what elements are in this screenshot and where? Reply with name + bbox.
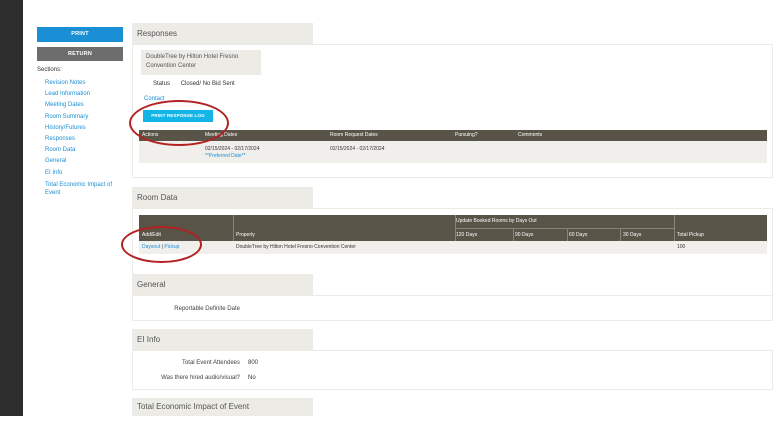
hired-audio-visual-label: Was there hired audio/visual? (161, 375, 240, 381)
nav-room-summary[interactable]: Room Summary (45, 112, 123, 123)
total-attendees-label: Total Event Attendees (181, 360, 240, 366)
col-90-days: 90 Days (515, 232, 534, 238)
status-row: Status Closed/ No Bid Sent (153, 81, 235, 87)
col-comments: Comments (518, 132, 543, 138)
annotation-ellipse-daysout-pickup (121, 226, 202, 263)
meeting-dates-value: 02/15/2024 - 02/17/2024 (205, 146, 260, 152)
hotel-name-line2: Convention Center (146, 63, 197, 69)
col-120-days: 120 Days (456, 232, 478, 238)
update-booked-rooms-header: Update Booked Rooms by Days Out (456, 218, 537, 224)
left-dark-bar (0, 0, 23, 416)
room-data-table: Update Booked Rooms by Days Out Add/Edit… (139, 215, 767, 254)
nav-room-data[interactable]: Room Data (45, 145, 123, 156)
col-total-pickup: Total Pickup (677, 232, 704, 238)
ei-info-header: EI Info (132, 329, 313, 350)
hotel-card: DoubleTree by Hilton Hotel Fresno Conven… (141, 50, 261, 75)
print-button[interactable]: PRINT (37, 27, 123, 42)
annotation-ellipse-print-log (129, 100, 229, 146)
responses-table-header: Actions Meeting Dates Room Request Dates… (139, 130, 767, 141)
hotel-name-line1: DoubleTree by Hilton Hotel Fresno (146, 54, 239, 60)
nav-lead-information[interactable]: Lead Information (45, 89, 123, 100)
col-property: Property (236, 232, 255, 238)
room-data-header: Room Data (132, 187, 313, 208)
sidebar: PRINT RETURN Sections: Revision Notes Le… (37, 27, 123, 197)
sections-label: Sections: (37, 67, 62, 73)
nav-history-futures[interactable]: History/Futures (45, 123, 123, 134)
general-header: General (132, 274, 313, 295)
nav-meeting-dates[interactable]: Meeting Dates (45, 100, 123, 111)
ei-info-panel: Total Event Attendees 800 Was there hire… (132, 350, 773, 390)
status-label: Status (153, 81, 171, 87)
table-row: 02/15/2024 - 02/17/2024 **Preferred Date… (139, 141, 767, 163)
col-60-days: 60 Days (569, 232, 588, 238)
responses-header: Responses (132, 23, 313, 44)
return-button[interactable]: RETURN (37, 47, 123, 61)
nav-total-economic-impact[interactable]: Total Economic Impact of Event (45, 181, 117, 197)
nav-revision-notes[interactable]: Revision Notes (45, 78, 123, 89)
room-data-table-header: Update Booked Rooms by Days Out Add/Edit… (139, 215, 767, 241)
responses-panel: DoubleTree by Hilton Hotel Fresno Conven… (132, 44, 773, 178)
nav-ei-info[interactable]: EI Info (45, 168, 123, 179)
col-pursuing: Pursuing? (455, 132, 478, 138)
property-cell: DoubleTree by Hilton Hotel Fresno Conven… (236, 244, 356, 250)
room-request-dates-value: 02/15/2024 - 02/17/2024 (330, 146, 385, 152)
responses-table: Actions Meeting Dates Room Request Dates… (139, 130, 767, 163)
col-room-request-dates: Room Request Dates (330, 132, 378, 138)
total-attendees-value: 800 (248, 360, 259, 366)
sections-nav: Revision Notes Lead Information Meeting … (37, 78, 123, 197)
reportable-definite-date-label: Reportable Definite Date (174, 306, 240, 312)
table-row: Daysout | Pickup DoubleTree by Hilton Ho… (139, 241, 767, 254)
preferred-date-label: **Preferred Date** (205, 153, 246, 159)
nav-general[interactable]: General (45, 156, 123, 167)
general-panel: Reportable Definite Date (132, 295, 773, 321)
total-pickup-cell: 100 (677, 244, 686, 250)
status-value: Closed/ No Bid Sent (180, 81, 235, 87)
nav-responses[interactable]: Responses (45, 134, 123, 145)
hired-audio-visual-value: No (248, 375, 256, 381)
col-30-days: 30 Days (623, 232, 642, 238)
economic-impact-header: Total Economic Impact of Event (132, 398, 313, 416)
